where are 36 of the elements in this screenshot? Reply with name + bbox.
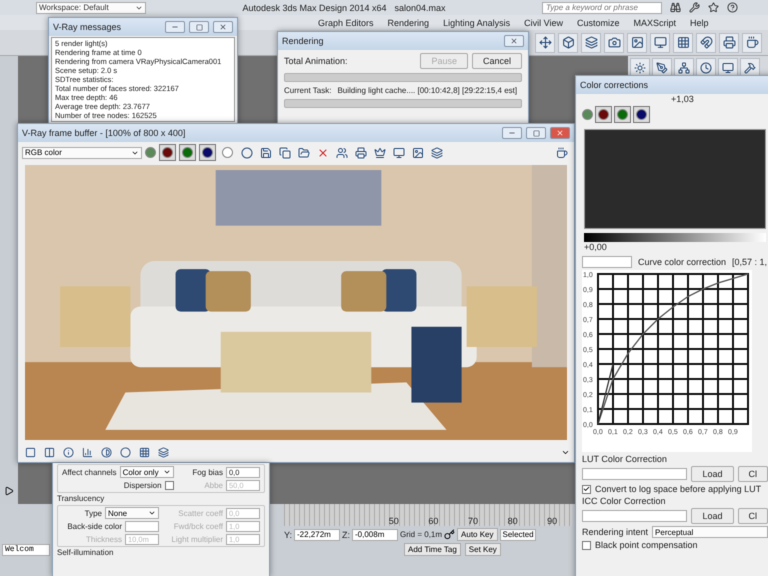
task-status: Building light cache.... [00:10:42,8] [29:22:15,4 est] [337, 86, 518, 95]
grid-size: Grid = 0,1m [400, 530, 442, 539]
frame-number: 80 [508, 516, 518, 526]
checkbox-label: Black point compensation [595, 540, 698, 550]
window-title: V-Ray messages [53, 22, 122, 32]
intent-label: Rendering intent [582, 527, 648, 537]
curve-title: Curve color correction [638, 257, 726, 267]
field-label: Light multiplier [171, 534, 223, 544]
window-title: Color corrections [580, 80, 648, 90]
field-label: Back-side color [67, 522, 122, 530]
level-min-value: +0,00 [584, 242, 607, 252]
field-label: Scatter coeff [178, 508, 223, 518]
icc-label: ICC Color Correction [582, 496, 667, 506]
field-label: Dispersion [124, 480, 162, 490]
frame-number: 90 [547, 516, 558, 526]
file-name: salon04.max [394, 2, 446, 12]
total-label: Total Animation: [284, 56, 348, 66]
curve-readout: [0,57 : 1, [732, 257, 768, 267]
frame-number: 50 [388, 516, 399, 526]
field-label: Fwd/bck coeff [174, 522, 223, 530]
field-label: Abbe [204, 480, 223, 490]
checkbox-label: Convert to log space before applying LUT [595, 484, 762, 494]
coord-label: Z: [342, 530, 350, 540]
field-label: Type [84, 508, 102, 518]
window-title: V-Ray frame buffer - [100% of 800 x 400] [22, 128, 186, 138]
task-label: Current Task: [284, 86, 332, 95]
level-max-value: +1,03 [671, 94, 694, 104]
field-label: Fog bias [192, 468, 223, 476]
app-title: Autodesk 3ds Max Design 2014 x64 [242, 2, 387, 12]
lut-label: LUT Color Correction [582, 454, 668, 464]
window-title: Rendering [282, 36, 324, 46]
field-label: Affect channels [62, 468, 117, 476]
field-label: Thickness [86, 534, 122, 544]
frame-number: 60 [428, 516, 438, 526]
coord-label: Y: [284, 530, 292, 540]
frame-number: 70 [468, 516, 478, 526]
